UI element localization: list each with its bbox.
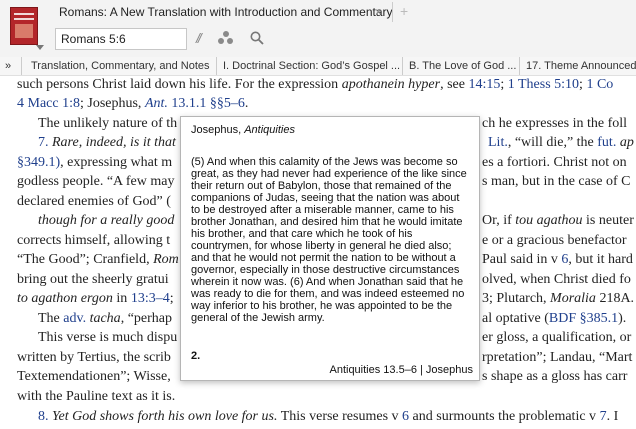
breadcrumb-item[interactable]: B. The Love of God ...	[409, 59, 516, 73]
text-line: This verse is much dispu	[38, 330, 178, 345]
text-line: 7. Rare, indeed, is it that	[38, 135, 176, 150]
breadcrumb-item[interactable]: I. Doctrinal Section: God’s Gospel ...	[223, 59, 400, 73]
breadcrumb-item[interactable]: Translation, Commentary, and Notes	[31, 59, 210, 73]
popup-text-line: companions of Judas, seeing that the nat…	[191, 192, 460, 204]
chevron-down-icon[interactable]	[36, 45, 44, 50]
text-line: written by Tertius, the scrib	[17, 350, 171, 365]
text-line: er gloss, a qualification, or	[482, 330, 632, 345]
popup-text-line: wherein it now was. (6) And when Jonatha…	[191, 276, 464, 288]
text-line: Lit., “will die,” the fut. ap	[488, 135, 634, 150]
breadcrumb: » Translation, Commentary, and Notes I. …	[0, 57, 636, 76]
text-line: with the Pauline text as it is.	[17, 389, 176, 404]
cover-decoration	[14, 13, 34, 15]
text-line: The adv. tacha, “perhap	[38, 311, 172, 326]
text-line: §349.1), expressing what m	[17, 155, 173, 170]
abbreviation-link[interactable]: Lit.	[488, 135, 508, 150]
popup-text-line: countrymen, for whose liberty in general…	[191, 240, 452, 252]
text-line: 8. Yet God shows forth his own love for …	[38, 409, 619, 424]
breadcrumb-divider	[216, 57, 217, 75]
text-line: corrects himself, allowing t	[17, 233, 171, 248]
text-line: Textemendationen”; Wisse,	[17, 369, 171, 384]
abbreviation-link[interactable]: fut.	[597, 135, 616, 150]
popup-title: Josephus, Antiquities	[191, 124, 295, 136]
abbreviation-link[interactable]: adv.	[63, 311, 86, 326]
popup-body-text: (5) And when this calamity of the Jews w…	[191, 156, 476, 324]
popup-text-line: brother Jonathan, and desired him that h…	[191, 216, 463, 228]
text-line: rpretation”; Landau, “Mart	[482, 350, 633, 365]
breadcrumb-collapse-icon[interactable]: »	[5, 59, 11, 73]
verse-number-link[interactable]: 8.	[38, 409, 52, 424]
citation-link[interactable]: §349.1)	[17, 155, 60, 170]
text-line: Paul said in v 6, but it hard	[482, 252, 633, 267]
cover-decoration	[14, 18, 34, 20]
popup-text-line: their return out of Babylon, those that …	[191, 180, 452, 192]
bible-reference-link[interactable]: 1 Co	[586, 77, 613, 92]
book-cover-thumbnail[interactable]	[10, 7, 38, 45]
text-line: Or, if tou agathou is neuter	[482, 213, 634, 228]
close-tab-icon[interactable]: ×	[375, 4, 382, 20]
bible-reference-link[interactable]: 1 Thess 5:10	[508, 77, 579, 92]
add-tab-icon[interactable]: +	[400, 3, 408, 19]
popup-text-line: governor, especially in those destructiv…	[191, 264, 460, 276]
popup-text-line: was ready to die for them, and was indee…	[191, 288, 465, 300]
bible-reference-link[interactable]: 14:15	[468, 77, 500, 92]
bible-reference-link[interactable]: 4 Macc 1:8	[17, 96, 80, 111]
text-line: es a fortiori. Christ not on	[482, 155, 627, 170]
popup-text-line: to be destroyed after a miserable manner…	[191, 204, 454, 216]
popup-text-line: and that he would not permit the nation …	[191, 252, 456, 264]
popup-text-line: his brother, and that care which he took…	[191, 228, 413, 240]
citation-link[interactable]: BDF §385.1	[549, 311, 618, 326]
breadcrumb-item[interactable]: 17. Theme Announced	[526, 59, 636, 73]
reference-input[interactable]	[55, 28, 187, 50]
reference-preview-popup: Josephus, Antiquities (5) And when this …	[180, 116, 480, 381]
breadcrumb-divider	[21, 57, 22, 75]
text-line: declared enemies of God” (	[17, 194, 171, 209]
breadcrumb-divider	[519, 57, 520, 75]
text-line: ch he expresses in the foll	[482, 116, 628, 131]
text-line: The unlikely nature of th	[38, 116, 178, 131]
resource-tab-title[interactable]: Romans: A New Translation with Introduct…	[59, 4, 393, 20]
text-line: to agathon ergon in 13:3–4;	[17, 291, 174, 306]
tab-divider	[392, 2, 393, 22]
popup-text-line: (5) And when this calamity of the Jews w…	[191, 156, 458, 168]
cover-decoration	[15, 24, 33, 38]
title-toolbar: Romans: A New Translation with Introduct…	[0, 0, 636, 58]
popup-text-line: great, as they had never had experience …	[191, 168, 467, 180]
text-line: s shape as a gloss has carr	[482, 369, 628, 384]
text-line: though for a really good	[38, 213, 175, 228]
text-line: such persons Christ laid down his life. …	[17, 77, 614, 92]
text-line: e or a gracious benefactor	[482, 233, 627, 248]
breadcrumb-divider	[402, 57, 403, 75]
popup-section-number: 2.	[191, 350, 201, 362]
popup-source-link[interactable]: Antiquities 13.5–6 | Josephus	[329, 363, 473, 377]
popup-text-line: general of the Jewish army.	[191, 312, 325, 324]
text-line: 3; Plutarch, Moralia 218A.	[482, 291, 635, 306]
bible-reference-link[interactable]: 7	[600, 409, 607, 424]
text-line: godless people. “A few may	[17, 174, 175, 189]
parallel-resources-icon[interactable]: //	[196, 30, 202, 46]
search-icon[interactable]	[250, 31, 264, 45]
text-line: “The Good”; Cranfield, Rom	[17, 252, 179, 267]
bible-reference-link[interactable]: 13:3–4	[131, 291, 170, 306]
bible-reference-link[interactable]: 6	[402, 409, 409, 424]
text-line: bring out the sheerly gratui	[17, 272, 169, 287]
people-icon[interactable]	[218, 31, 234, 47]
text-line: 4 Macc 1:8; Josephus, Ant. 13.1.1 §§5–6.	[17, 96, 249, 111]
text-line: al optative (BDF §385.1).	[482, 311, 627, 326]
verse-number-link[interactable]: 7.	[38, 135, 52, 150]
text-line: olved, when Christ died fo	[482, 272, 631, 287]
popup-text-line: way inferior to his brother, he was appo…	[191, 300, 453, 312]
text-line: s man, but in the case of C	[482, 174, 631, 189]
citation-link[interactable]: Ant. 13.1.1 §§5–6	[145, 96, 245, 111]
